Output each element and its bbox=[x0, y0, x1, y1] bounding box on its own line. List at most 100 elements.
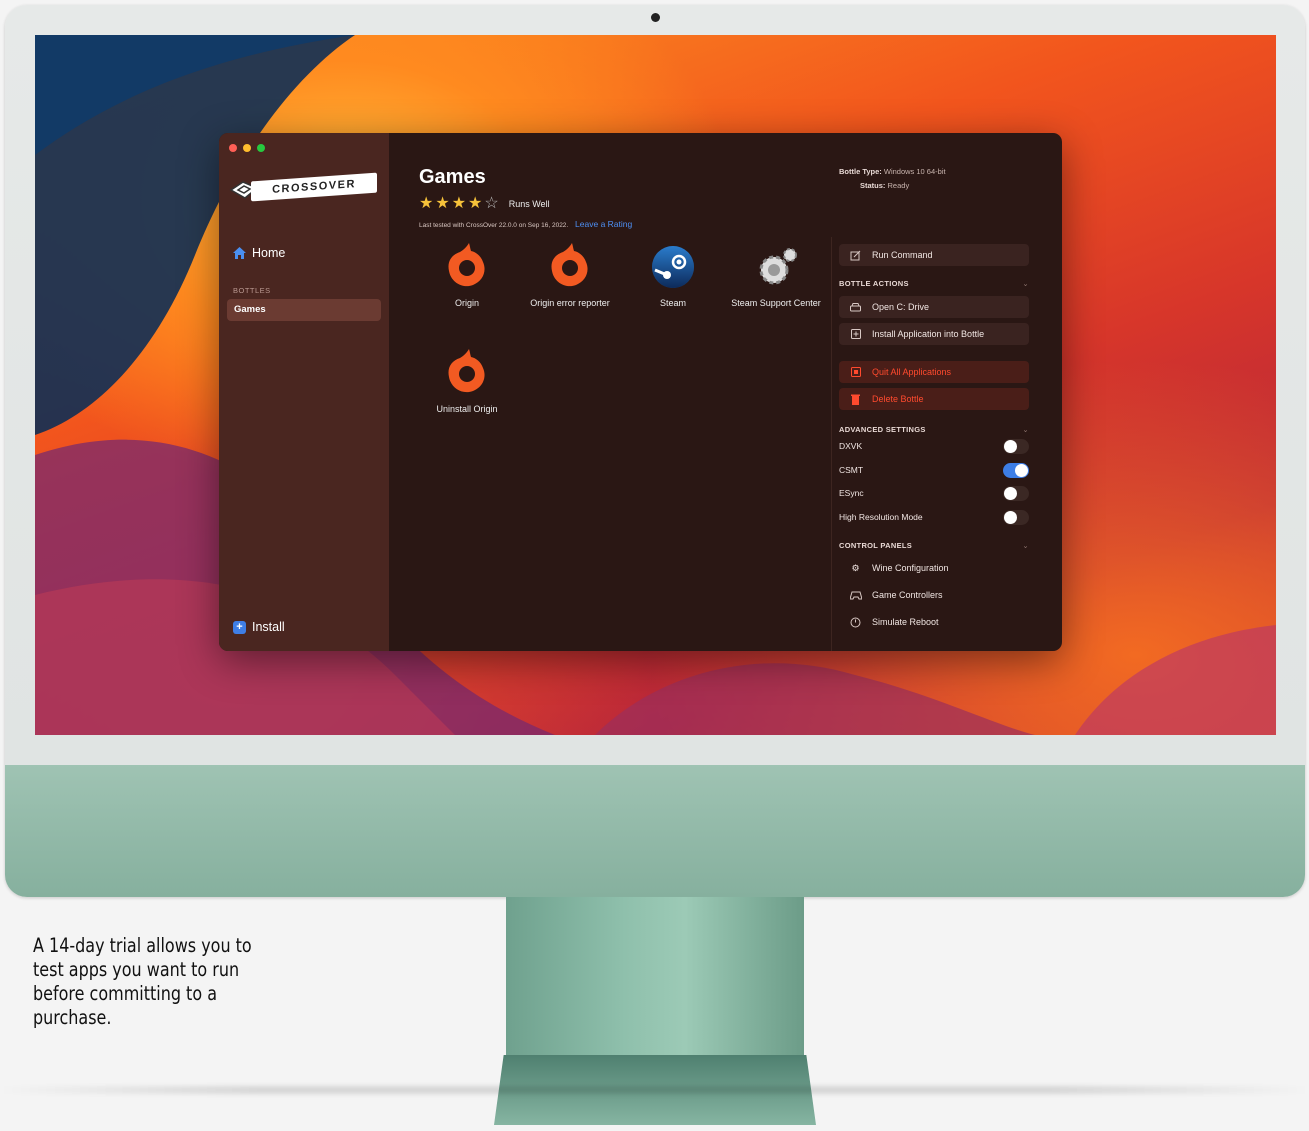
crossover-window: CROSSOVER Home BOTTLES Games + Install G… bbox=[219, 133, 1062, 651]
control-panels-header[interactable]: CONTROL PANELS ⌄ bbox=[839, 541, 1029, 550]
toggle-row-csmt: CSMT bbox=[839, 461, 1029, 479]
advanced-settings-title: ADVANCED SETTINGS bbox=[839, 425, 926, 434]
chevron-down-icon: ⌄ bbox=[1022, 279, 1029, 288]
advanced-settings-header[interactable]: ADVANCED SETTINGS ⌄ bbox=[839, 425, 1029, 434]
high-resolution-toggle[interactable] bbox=[1003, 509, 1029, 525]
crossover-logo-text: CROSSOVER bbox=[251, 172, 377, 202]
edit-icon bbox=[849, 249, 862, 262]
star-empty-icon[interactable]: ☆ bbox=[484, 196, 498, 212]
app-label: Origin error reporter bbox=[530, 298, 610, 308]
toggle-label: CSMT bbox=[839, 465, 864, 475]
origin-icon bbox=[448, 349, 485, 393]
rating-label: Runs Well bbox=[508, 199, 550, 209]
app-steam-support-center[interactable]: Steam Support Center bbox=[726, 243, 826, 309]
toggle-row-esync: ESync bbox=[839, 484, 1029, 502]
esync-toggle[interactable] bbox=[1003, 485, 1029, 501]
simulate-reboot-label: Simulate Reboot bbox=[872, 617, 939, 627]
sidebar: CROSSOVER Home BOTTLES Games + Install bbox=[219, 133, 389, 651]
chevron-down-icon: ⌄ bbox=[1022, 541, 1029, 550]
trash-icon bbox=[849, 393, 862, 406]
leave-rating-link[interactable]: Leave a Rating bbox=[575, 219, 632, 229]
origin-icon bbox=[551, 243, 588, 287]
chevron-down-icon: ⌄ bbox=[1022, 425, 1029, 434]
bottle-actions-header[interactable]: BOTTLE ACTIONS ⌄ bbox=[839, 279, 1029, 288]
close-button[interactable] bbox=[229, 144, 237, 152]
star-icon[interactable]: ★ bbox=[468, 196, 482, 212]
stop-icon bbox=[849, 366, 862, 379]
power-icon bbox=[849, 616, 862, 629]
status-value: Ready bbox=[887, 181, 910, 190]
crossover-logo: CROSSOVER bbox=[229, 172, 377, 203]
page-title: Games bbox=[419, 166, 486, 188]
wine-configuration-label: Wine Configuration bbox=[872, 563, 949, 573]
app-origin[interactable]: Origin bbox=[417, 243, 517, 309]
delete-bottle-button[interactable]: Delete Bottle bbox=[839, 388, 1029, 410]
plus-icon: + bbox=[233, 620, 246, 634]
status-label: Status: bbox=[860, 181, 886, 190]
drive-icon bbox=[849, 301, 862, 314]
quit-all-button[interactable]: Quit All Applications bbox=[839, 361, 1029, 383]
gear-icon: ⚙ bbox=[851, 562, 860, 573]
game-controllers-label: Game Controllers bbox=[872, 590, 943, 600]
plus-box-icon bbox=[849, 328, 862, 341]
install-label: Install bbox=[252, 620, 285, 634]
app-label: Origin bbox=[454, 298, 479, 308]
caption: A 14-day trial allows you to test apps y… bbox=[33, 934, 252, 1029]
star-icon[interactable]: ★ bbox=[435, 196, 449, 212]
imac-stand bbox=[506, 897, 804, 1057]
origin-icon bbox=[448, 243, 485, 287]
quit-all-label: Quit All Applications bbox=[872, 367, 952, 377]
gamepad-icon bbox=[849, 589, 862, 602]
imac-chin bbox=[5, 765, 1305, 897]
dxvk-toggle[interactable] bbox=[1003, 438, 1029, 454]
toggle-row-high-resolution: High Resolution Mode bbox=[839, 508, 1029, 526]
app-origin-error-reporter[interactable]: Origin error reporter bbox=[520, 243, 620, 309]
home-icon bbox=[233, 247, 246, 259]
panel-divider bbox=[831, 237, 832, 651]
desktop-screen: CROSSOVER Home BOTTLES Games + Install G… bbox=[35, 35, 1276, 735]
sidebar-item-home[interactable]: Home bbox=[233, 246, 285, 260]
steam-icon bbox=[652, 246, 694, 288]
run-command-button[interactable]: Run Command bbox=[839, 244, 1029, 266]
toggle-label: DXVK bbox=[839, 441, 863, 451]
install-into-bottle-button[interactable]: Install Application into Bottle bbox=[839, 323, 1029, 345]
run-command-label: Run Command bbox=[872, 250, 933, 260]
bottles-section-label: BOTTLES bbox=[233, 286, 271, 295]
open-c-drive-button[interactable]: Open C: Drive bbox=[839, 296, 1029, 318]
star-icon[interactable]: ★ bbox=[419, 196, 433, 212]
rating-bar: ★ ★ ★ ★ ☆ Runs Well bbox=[419, 196, 550, 212]
zoom-button[interactable] bbox=[257, 144, 265, 152]
install-button[interactable]: + Install bbox=[233, 620, 285, 634]
bottle-meta: Bottle Type: Windows 10 64-bit Status: R… bbox=[839, 165, 946, 193]
bottle-type-label: Bottle Type: bbox=[839, 167, 882, 176]
csmt-toggle[interactable] bbox=[1003, 462, 1029, 478]
table-edge bbox=[0, 1086, 1309, 1094]
minimize-button[interactable] bbox=[243, 144, 251, 152]
star-icon[interactable]: ★ bbox=[452, 196, 466, 212]
toggle-label: ESync bbox=[839, 488, 864, 498]
window-controls bbox=[229, 144, 265, 152]
toggle-label: High Resolution Mode bbox=[839, 512, 923, 522]
app-uninstall-origin[interactable]: Uninstall Origin bbox=[417, 349, 517, 415]
app-steam[interactable]: Steam bbox=[623, 243, 723, 309]
game-controllers-button[interactable]: Game Controllers bbox=[839, 584, 1029, 606]
bottle-type-value: Windows 10 64-bit bbox=[883, 167, 946, 176]
gear-cluster-icon bbox=[759, 248, 797, 285]
sidebar-item-games[interactable]: Games bbox=[227, 299, 381, 321]
open-c-drive-label: Open C: Drive bbox=[872, 302, 930, 312]
main-content: Games ★ ★ ★ ★ ☆ Runs Well Last tested wi… bbox=[389, 133, 1062, 651]
toggle-row-dxvk: DXVK bbox=[839, 437, 1029, 455]
wine-configuration-button[interactable]: ⚙ Wine Configuration bbox=[839, 557, 1029, 579]
control-panels-title: CONTROL PANELS bbox=[839, 541, 913, 550]
camera bbox=[651, 13, 660, 22]
last-tested-label: Last tested with CrossOver 22.0.0 on Sep… bbox=[419, 222, 569, 229]
delete-bottle-label: Delete Bottle bbox=[872, 394, 924, 404]
bottle-actions-title: BOTTLE ACTIONS bbox=[839, 279, 909, 288]
install-into-bottle-label: Install Application into Bottle bbox=[872, 329, 985, 339]
app-label: Uninstall Origin bbox=[436, 404, 498, 414]
last-tested-text: Last tested with CrossOver 22.0.0 on Sep… bbox=[419, 219, 632, 229]
sidebar-item-label: Home bbox=[252, 246, 286, 260]
app-label: Steam bbox=[659, 298, 686, 308]
simulate-reboot-button[interactable]: Simulate Reboot bbox=[839, 611, 1029, 633]
app-label: Steam Support Center bbox=[731, 298, 821, 308]
